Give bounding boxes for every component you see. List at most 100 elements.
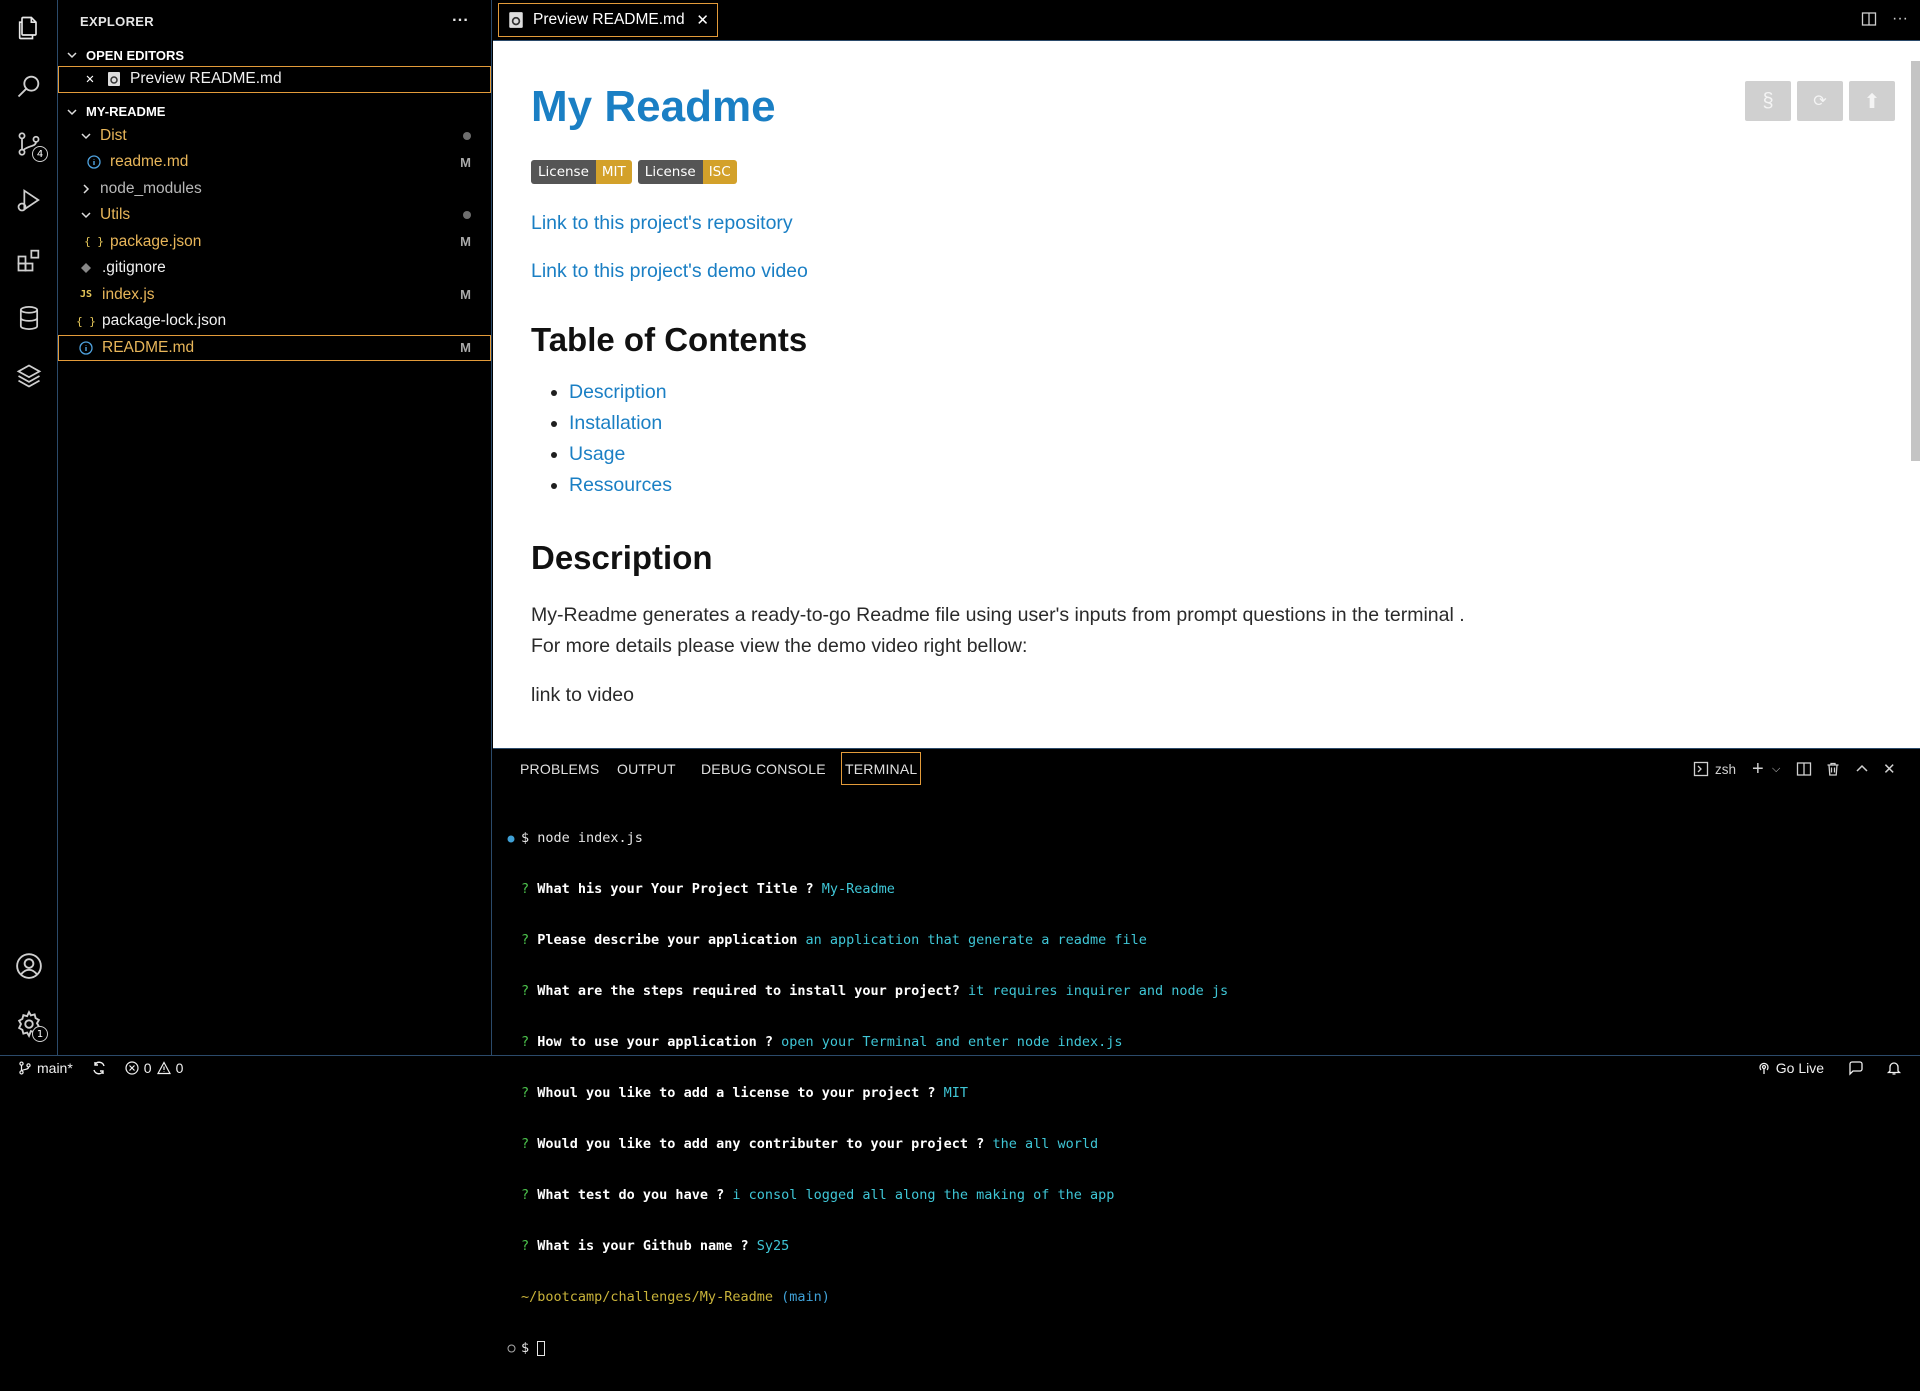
terminal-cursor[interactable] — [537, 1341, 546, 1356]
toc-link[interactable]: Usage — [569, 443, 625, 465]
tree-file-package-json[interactable]: { } package.json M — [58, 229, 491, 256]
git-status: M — [460, 234, 471, 250]
notifications-bell-icon[interactable] — [1886, 1060, 1902, 1076]
sync-icon[interactable] — [91, 1060, 107, 1076]
prompt-question: What are the steps required to install y… — [537, 983, 960, 999]
prompt-question: Please describe your application — [537, 932, 798, 948]
trash-icon[interactable] — [1825, 759, 1841, 779]
prompt-answer: Sy25 — [756, 1238, 790, 1254]
close-panel-icon[interactable]: ✕ — [1883, 759, 1896, 779]
search-icon[interactable] — [0, 58, 58, 114]
scroll-top-button[interactable]: ⬆ — [1849, 81, 1895, 121]
tree-file-readme[interactable]: readme.md M — [58, 149, 491, 176]
tree-file-package-lock[interactable]: { } package-lock.json — [58, 308, 491, 335]
tab-problems[interactable]: PROBLEMS — [517, 752, 602, 785]
explorer-more-icon[interactable]: ··· — [452, 12, 469, 30]
video-placeholder-text: link to video — [531, 684, 634, 706]
close-icon[interactable]: ✕ — [696, 11, 709, 29]
prompt-answer: it requires inquirer and node js — [968, 983, 1229, 999]
prompt-answer: MIT — [943, 1085, 969, 1101]
maximize-panel-icon[interactable] — [1855, 759, 1869, 779]
git-status: M — [460, 340, 471, 356]
extensions-icon[interactable] — [0, 232, 58, 288]
prompt-question: Whoul you like to add a license to your … — [537, 1085, 936, 1101]
close-icon[interactable]: ✕ — [82, 71, 98, 87]
toc-heading: Table of Contents — [531, 321, 808, 358]
tree-file-gitignore[interactable]: .gitignore — [58, 255, 491, 282]
open-editors-section[interactable]: OPEN EDITORS — [58, 44, 491, 66]
open-editor-label: Preview README.md — [130, 70, 282, 88]
preview-file-icon — [507, 11, 525, 29]
description-line-2: For more details please view the demo vi… — [531, 635, 1028, 657]
branch-name: main* — [37, 1060, 73, 1076]
tree-file-readme-root[interactable]: README.md M — [58, 334, 491, 361]
layers-icon[interactable] — [0, 348, 58, 404]
tree-file-index-js[interactable]: JS index.js M — [58, 282, 491, 309]
tree-folder-utils[interactable]: Utils — [58, 202, 491, 229]
badge-left: License — [531, 160, 596, 184]
tab-preview-readme[interactable]: Preview README.md ✕ — [498, 3, 718, 37]
tree-folder-dist[interactable]: Dist — [58, 123, 491, 150]
modified-dot — [463, 131, 471, 140]
add-terminal-icon[interactable]: + — [1752, 758, 1764, 780]
tab-output[interactable]: OUTPUT — [614, 752, 679, 785]
preview-file-icon — [106, 71, 122, 87]
license-badge-mit: License MIT — [531, 160, 632, 184]
tree-item-label: index.js — [102, 285, 155, 303]
open-editor-item[interactable]: ✕ Preview README.md — [58, 66, 491, 93]
license-badges: License MIT License ISC — [531, 160, 1831, 184]
demo-video-link[interactable]: Link to this project's demo video — [531, 260, 808, 282]
split-editor-icon[interactable] — [1858, 8, 1880, 30]
go-live-button[interactable]: Go Live — [1757, 1060, 1824, 1076]
repo-link[interactable]: Link to this project's repository — [531, 212, 793, 234]
account-icon[interactable] — [0, 938, 58, 994]
git-branch-icon — [19, 1061, 31, 1075]
problems-indicator[interactable]: 0 0 — [125, 1060, 184, 1076]
prompt-question: Would you like to add any contributer to… — [537, 1136, 985, 1152]
tab-terminal[interactable]: TERMINAL — [841, 752, 922, 785]
chevron-down-icon — [78, 128, 94, 144]
preview-scrollbar[interactable] — [1911, 61, 1920, 461]
description-heading: Description — [531, 539, 713, 576]
explorer-title: EXPLORER — [80, 13, 154, 29]
chevron-down-icon[interactable]: ⌵ — [1772, 759, 1780, 779]
more-actions-icon[interactable]: ··· — [1889, 8, 1911, 30]
license-badge-isc: License ISC — [637, 160, 737, 184]
tab-debug-console[interactable]: DEBUG CONSOLE — [698, 752, 829, 785]
toc-link[interactable]: Description — [569, 381, 667, 403]
json-braces-icon: { } — [76, 314, 96, 328]
terminal-line: ? What his your Your Project Title ? My-… — [521, 881, 895, 897]
terminal-output[interactable]: $ node index.js ? What his your Your Pro… — [501, 796, 1228, 1391]
shell-name[interactable]: zsh — [1715, 759, 1736, 779]
settings-badge: 1 — [32, 1026, 48, 1042]
prompt-question: How to use your application ? — [537, 1034, 773, 1050]
tab-label: Preview README.md — [533, 11, 685, 28]
explorer-icon[interactable] — [0, 0, 58, 56]
json-braces-icon: { } — [84, 235, 104, 249]
prompt-answer: an application that generate a readme fi… — [805, 932, 1147, 948]
prompt-answer: i consol logged all along the making of … — [732, 1187, 1115, 1203]
split-terminal-icon[interactable] — [1796, 759, 1812, 779]
activity-bar: 4 1 — [0, 0, 58, 1055]
settings-gear-icon[interactable]: 1 — [0, 996, 58, 1052]
git-diamond-icon — [78, 260, 94, 276]
run-debug-icon[interactable] — [0, 172, 58, 228]
source-control-icon[interactable]: 4 — [0, 116, 58, 172]
project-label: MY-README — [86, 104, 166, 119]
feedback-icon[interactable] — [1848, 1060, 1864, 1076]
database-icon[interactable] — [0, 290, 58, 346]
tree-item-label: node_modules — [100, 179, 202, 197]
toc-link[interactable]: Ressources — [569, 474, 672, 496]
tree-folder-node-modules[interactable]: node_modules — [58, 176, 491, 203]
warning-count: 0 — [175, 1060, 184, 1076]
git-status: M — [460, 154, 471, 170]
toc-link[interactable]: Installation — [569, 412, 662, 434]
open-editors-label: OPEN EDITORS — [86, 47, 185, 63]
branch-indicator[interactable]: main* — [18, 1060, 73, 1076]
terminal-shell-icon[interactable] — [1693, 759, 1709, 779]
list-item: Installation — [569, 408, 1831, 439]
project-section[interactable]: MY-README — [58, 101, 491, 123]
tree-item-label: package.json — [110, 232, 202, 250]
modified-dot — [463, 211, 471, 220]
terminal-path-line: ~/bootcamp/challenges/My-Readme (main) — [501, 1289, 1228, 1306]
